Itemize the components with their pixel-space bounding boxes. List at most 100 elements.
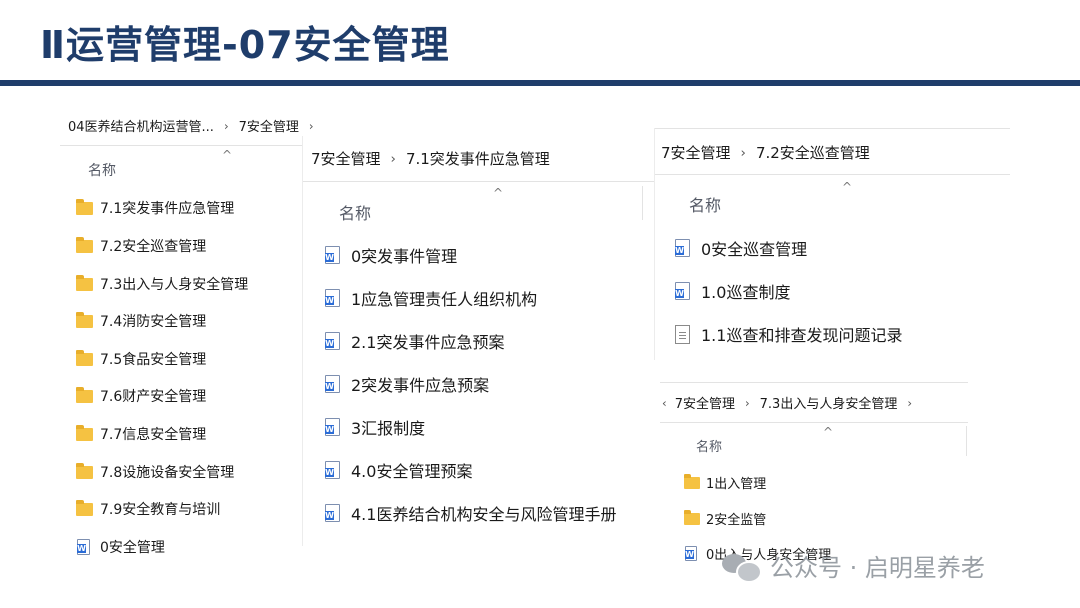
list-item[interactable]: 2安全监管 — [684, 509, 766, 528]
watermark-text: 公众号 · 启明星养老 — [770, 554, 985, 582]
divider — [60, 145, 310, 146]
folder-icon — [76, 462, 93, 479]
breadcrumb: ‹ 7安全管理 › 7.3出入与人身安全管理 › — [662, 393, 922, 413]
explorer-panel-access: ‹ 7安全管理 › 7.3出入与人身安全管理 › ^ 名称 1出入管理 2安全监… — [660, 382, 968, 572]
item-label: 4.0安全管理预案 — [351, 462, 473, 481]
explorer-panel-inspection: 7安全管理 › 7.2安全巡查管理 ^ 名称 0安全巡查管理 1.0巡查制度 1… — [655, 128, 1010, 360]
list-item[interactable]: 7.2安全巡查管理 — [76, 236, 206, 256]
column-header-name[interactable]: 名称 — [88, 160, 116, 180]
breadcrumb-item[interactable]: 7安全管理 — [661, 142, 731, 163]
list-item[interactable]: 1应急管理责任人组织机构 — [325, 286, 537, 310]
list-item[interactable]: 7.9安全教育与培训 — [76, 499, 220, 519]
chevron-right-icon: › — [740, 144, 746, 161]
list-item[interactable]: 1出入管理 — [684, 473, 766, 492]
item-label: 0安全管理 — [100, 540, 165, 556]
breadcrumb-item[interactable]: 7.1突发事件应急管理 — [406, 148, 550, 169]
list-item[interactable]: 0安全巡查管理 — [675, 236, 807, 260]
list-item[interactable]: 3汇报制度 — [325, 415, 425, 439]
divider — [655, 128, 1010, 129]
folder-icon — [76, 198, 93, 215]
chevron-right-icon: › — [390, 150, 396, 167]
list-item[interactable]: 0突发事件管理 — [325, 243, 457, 267]
list-item[interactable]: 1.0巡查制度 — [675, 279, 790, 303]
list-item[interactable]: 7.6财产安全管理 — [76, 386, 206, 406]
breadcrumb-item[interactable]: 04医养结合机构运营管... — [68, 116, 214, 135]
folder-icon — [684, 509, 700, 525]
chevron-left-icon[interactable]: ‹ — [662, 396, 667, 410]
word-document-icon — [77, 539, 90, 555]
item-label: 2突发事件应急预案 — [351, 376, 490, 395]
sort-caret-icon: ^ — [823, 425, 834, 439]
item-label: 1应急管理责任人组织机构 — [351, 290, 538, 309]
list-item[interactable]: 7.7信息安全管理 — [76, 424, 206, 444]
divider — [660, 422, 968, 423]
list-item[interactable]: 4.1医养结合机构安全与风险管理手册 — [325, 501, 616, 525]
list-item[interactable]: 1.1巡查和排查发现问题记录 — [675, 322, 902, 346]
list-item[interactable]: 7.5食品安全管理 — [76, 349, 206, 369]
list-item[interactable]: 7.3出入与人身安全管理 — [76, 274, 248, 294]
breadcrumb-item[interactable]: 7安全管理 — [675, 393, 735, 412]
item-label: 2.1突发事件应急预案 — [351, 333, 505, 352]
column-header-name[interactable]: 名称 — [696, 436, 722, 455]
watermark: 公众号 · 启明星养老 — [722, 548, 985, 583]
word-document-icon — [685, 546, 697, 561]
divider — [660, 382, 968, 383]
chevron-right-icon[interactable]: › — [907, 396, 912, 410]
explorer-panel-emergency: 7安全管理 › 7.1突发事件应急管理 ^ 名称 0突发事件管理 1应急管理责任… — [303, 136, 655, 546]
folder-icon — [76, 349, 93, 366]
breadcrumb: 7安全管理 › 7.2安全巡查管理 — [661, 142, 870, 163]
word-document-icon — [325, 289, 340, 307]
breadcrumb: 04医养结合机构运营管... › 7安全管理 › — [68, 116, 324, 136]
list-item[interactable]: 7.4消防安全管理 — [76, 311, 206, 331]
word-document-icon — [325, 246, 340, 264]
item-label: 7.1突发事件应急管理 — [100, 201, 235, 217]
folder-icon — [76, 424, 93, 441]
divider — [655, 174, 1010, 175]
folder-icon — [684, 473, 700, 489]
word-document-icon — [675, 239, 690, 257]
word-document-icon — [675, 282, 690, 300]
folder-icon — [76, 311, 93, 328]
item-label: 7.6财产安全管理 — [100, 389, 207, 405]
breadcrumb-item[interactable]: 7安全管理 — [239, 116, 299, 135]
sort-caret-icon: ^ — [222, 148, 233, 162]
item-label: 7.9安全教育与培训 — [100, 502, 221, 518]
word-document-icon — [325, 418, 340, 436]
list-item[interactable]: 2.1突发事件应急预案 — [325, 329, 504, 353]
list-item[interactable]: 4.0安全管理预案 — [325, 458, 472, 482]
title-rule — [0, 80, 1080, 86]
breadcrumb-item[interactable]: 7.3出入与人身安全管理 — [760, 393, 898, 412]
sort-caret-icon: ^ — [842, 180, 853, 194]
list-item[interactable]: 0安全管理 — [77, 537, 165, 557]
column-divider — [966, 426, 967, 456]
item-label: 7.4消防安全管理 — [100, 314, 207, 330]
word-document-icon — [325, 461, 340, 479]
list-item[interactable]: 7.1突发事件应急管理 — [76, 198, 234, 218]
wechat-icon — [722, 552, 762, 583]
text-document-icon — [675, 324, 690, 344]
item-label: 4.1医养结合机构安全与风险管理手册 — [351, 505, 617, 524]
item-label: 7.8设施设备安全管理 — [100, 465, 235, 481]
folder-icon — [76, 386, 93, 403]
chevron-right-icon[interactable]: › — [309, 119, 314, 133]
breadcrumb: 7安全管理 › 7.1突发事件应急管理 — [311, 148, 550, 169]
word-document-icon — [325, 375, 340, 393]
item-label: 7.5食品安全管理 — [100, 352, 207, 368]
word-document-icon — [325, 332, 340, 350]
item-label: 7.2安全巡查管理 — [100, 239, 207, 255]
slide-title: Ⅱ运营管理-07安全管理 — [40, 23, 450, 67]
folder-icon — [76, 236, 93, 253]
breadcrumb-item[interactable]: 7.2安全巡查管理 — [756, 142, 870, 163]
breadcrumb-item[interactable]: 7安全管理 — [311, 148, 381, 169]
item-label: 0突发事件管理 — [351, 247, 458, 266]
column-header-name[interactable]: 名称 — [339, 200, 371, 224]
list-item[interactable]: 7.8设施设备安全管理 — [76, 462, 234, 482]
chevron-right-icon: › — [744, 395, 750, 410]
item-label: 7.3出入与人身安全管理 — [100, 277, 249, 293]
item-label: 1.0巡查制度 — [701, 283, 791, 302]
word-document-icon — [325, 504, 340, 522]
list-item[interactable]: 2突发事件应急预案 — [325, 372, 489, 396]
folder-icon — [76, 499, 93, 516]
sort-caret-icon: ^ — [493, 186, 504, 200]
column-header-name[interactable]: 名称 — [689, 192, 721, 216]
